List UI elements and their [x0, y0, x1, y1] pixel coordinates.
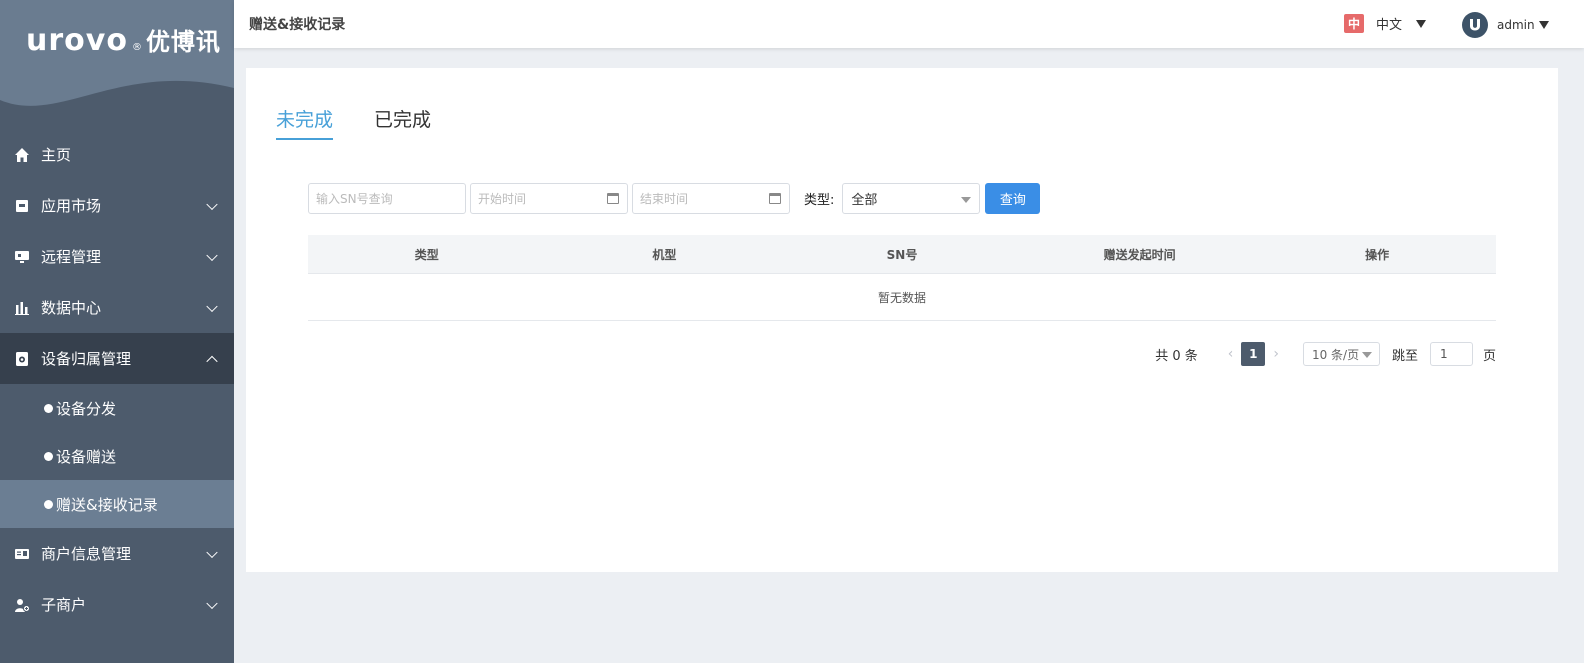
sidebar-item-device-ownership[interactable]: 设备归属管理 [0, 333, 234, 384]
chevron-up-icon [206, 355, 218, 367]
user-add-icon [14, 597, 30, 613]
column-header-model: 机型 [652, 247, 677, 262]
sidebar-item-label: 商户信息管理 [41, 545, 132, 563]
sidebar-item-remote[interactable]: 远程管理 [0, 231, 234, 282]
sidebar-item-home[interactable]: 主页 [0, 129, 234, 180]
caret-down-icon [1361, 352, 1372, 358]
language-flag-icon: 中 [1344, 14, 1364, 33]
column-header-gift-time: 赠送发起时间 [1103, 247, 1176, 262]
type-select-value: 全部 [851, 193, 878, 208]
pagination-total: 共 0 条 [1155, 348, 1198, 364]
start-date-placeholder: 开始时间 [478, 192, 527, 206]
goto-label: 跳至 [1391, 348, 1418, 364]
end-date-placeholder: 结束时间 [640, 192, 689, 206]
column-header-sn: SN号 [886, 247, 918, 262]
column-header-actions: 操作 [1365, 247, 1390, 262]
home-icon [14, 147, 30, 163]
chart-icon [14, 300, 30, 316]
caret-down-icon [1538, 21, 1549, 29]
caret-down-icon [1416, 19, 1427, 28]
sidebar-item-label: 远程管理 [41, 248, 102, 266]
page-suffix-label: 页 [1482, 348, 1496, 364]
remote-icon [14, 249, 30, 265]
sidebar-subitem-gift-records[interactable]: 赠送&接收记录 [0, 480, 234, 528]
sidebar-nav: 主页 应用市场 远程管理 数据中心 设备归属管理 设备分发 设备赠送 赠送&接收… [0, 129, 234, 630]
tab-incomplete[interactable]: 未完成 [276, 105, 334, 140]
page-size-select[interactable]: 10 条/页 [1302, 342, 1380, 366]
app-store-icon [14, 198, 30, 214]
language-label: 中文 [1376, 18, 1403, 33]
sn-search-input[interactable]: 输入SN号查询 [308, 183, 466, 214]
brand-logo-latin: urovo [26, 23, 128, 58]
sidebar-item-label: 数据中心 [41, 299, 102, 317]
start-date-input[interactable]: 开始时间 [470, 183, 628, 214]
calendar-icon [769, 193, 781, 204]
pagination-page-current[interactable]: 1 [1241, 342, 1266, 366]
brand-logo-mark: ® [131, 42, 142, 53]
device-icon [14, 351, 30, 367]
sidebar-subitem-label: 赠送&接收记录 [56, 495, 158, 514]
sidebar-item-merchant-info[interactable]: 商户信息管理 [0, 528, 234, 579]
sidebar-item-sub-merchant[interactable]: 子商户 [0, 579, 234, 630]
pagination: 共 0 条 ‹ 1 › 10 条/页 跳至 1 页 [1155, 342, 1496, 366]
query-button[interactable]: 查询 [985, 183, 1041, 214]
brand-logo[interactable]: urovo ® 优博讯 [26, 22, 221, 58]
chevron-down-icon [206, 300, 218, 312]
sidebar-item-label: 子商户 [41, 596, 87, 614]
sn-search-placeholder: 输入SN号查询 [316, 192, 393, 206]
top-header: 赠送&接收记录 中 中文 admin [234, 0, 1584, 48]
brand-logo-chinese: 优博讯 [145, 28, 221, 56]
sidebar-item-label: 主页 [41, 146, 72, 164]
calendar-icon [607, 193, 619, 204]
sidebar-subitem-device-gift[interactable]: 设备赠送 [0, 432, 234, 480]
records-table: 类型 机型 SN号 赠送发起时间 操作 暂无数据 [308, 235, 1496, 321]
logo-area: urovo ® 优博讯 [0, 0, 234, 120]
sidebar-item-label: 应用市场 [41, 197, 102, 215]
language-selector[interactable]: 中 中文 [1344, 14, 1427, 33]
sidebar-subitem-label: 设备分发 [56, 399, 117, 418]
sidebar-subitem-device-distribution[interactable]: 设备分发 [0, 384, 234, 432]
chevron-down-icon [206, 597, 218, 609]
chevron-left-icon[interactable]: ‹ [1228, 346, 1234, 362]
status-tabs: 未完成 已完成 [276, 105, 472, 140]
type-filter-label: 类型: [804, 193, 835, 208]
caret-down-icon [961, 197, 972, 203]
sidebar-item-data-center[interactable]: 数据中心 [0, 282, 234, 333]
table-header: 类型 机型 SN号 赠送发起时间 操作 [308, 235, 1496, 274]
sidebar: urovo ® 优博讯 主页 应用市场 远程管理 数据中心 设备归属管理 设备分… [0, 0, 234, 663]
type-select[interactable]: 全部 [842, 183, 981, 214]
bullet-icon [44, 403, 53, 413]
table-empty-state: 暂无数据 [308, 274, 1496, 321]
logo-wave-background [0, 0, 234, 120]
column-header-type: 类型 [414, 247, 439, 262]
user-menu[interactable]: admin [1462, 12, 1549, 38]
goto-page-input[interactable]: 1 [1429, 342, 1473, 366]
tab-completed[interactable]: 已完成 [374, 105, 431, 140]
page-size-value: 10 条/页 [1311, 347, 1360, 362]
chevron-down-icon [206, 249, 218, 261]
bullet-icon [44, 451, 53, 461]
page-title: 赠送&接收记录 [249, 17, 346, 33]
end-date-input[interactable]: 结束时间 [632, 183, 790, 214]
main-panel: 未完成 已完成 输入SN号查询 开始时间 结束时间 类型: 全部 查询 类型 机… [246, 68, 1558, 572]
sidebar-item-label: 设备归属管理 [41, 350, 132, 368]
chevron-down-icon [206, 546, 218, 558]
avatar [1462, 12, 1488, 38]
sidebar-item-app-market[interactable]: 应用市场 [0, 180, 234, 231]
chevron-down-icon [206, 198, 218, 210]
user-name: admin [1497, 18, 1535, 32]
sidebar-subitem-label: 设备赠送 [56, 447, 117, 466]
id-card-icon [14, 546, 30, 562]
bullet-icon [44, 499, 53, 509]
chevron-right-icon[interactable]: › [1273, 346, 1279, 362]
filter-bar: 输入SN号查询 开始时间 结束时间 类型: 全部 查询 [308, 183, 1041, 214]
